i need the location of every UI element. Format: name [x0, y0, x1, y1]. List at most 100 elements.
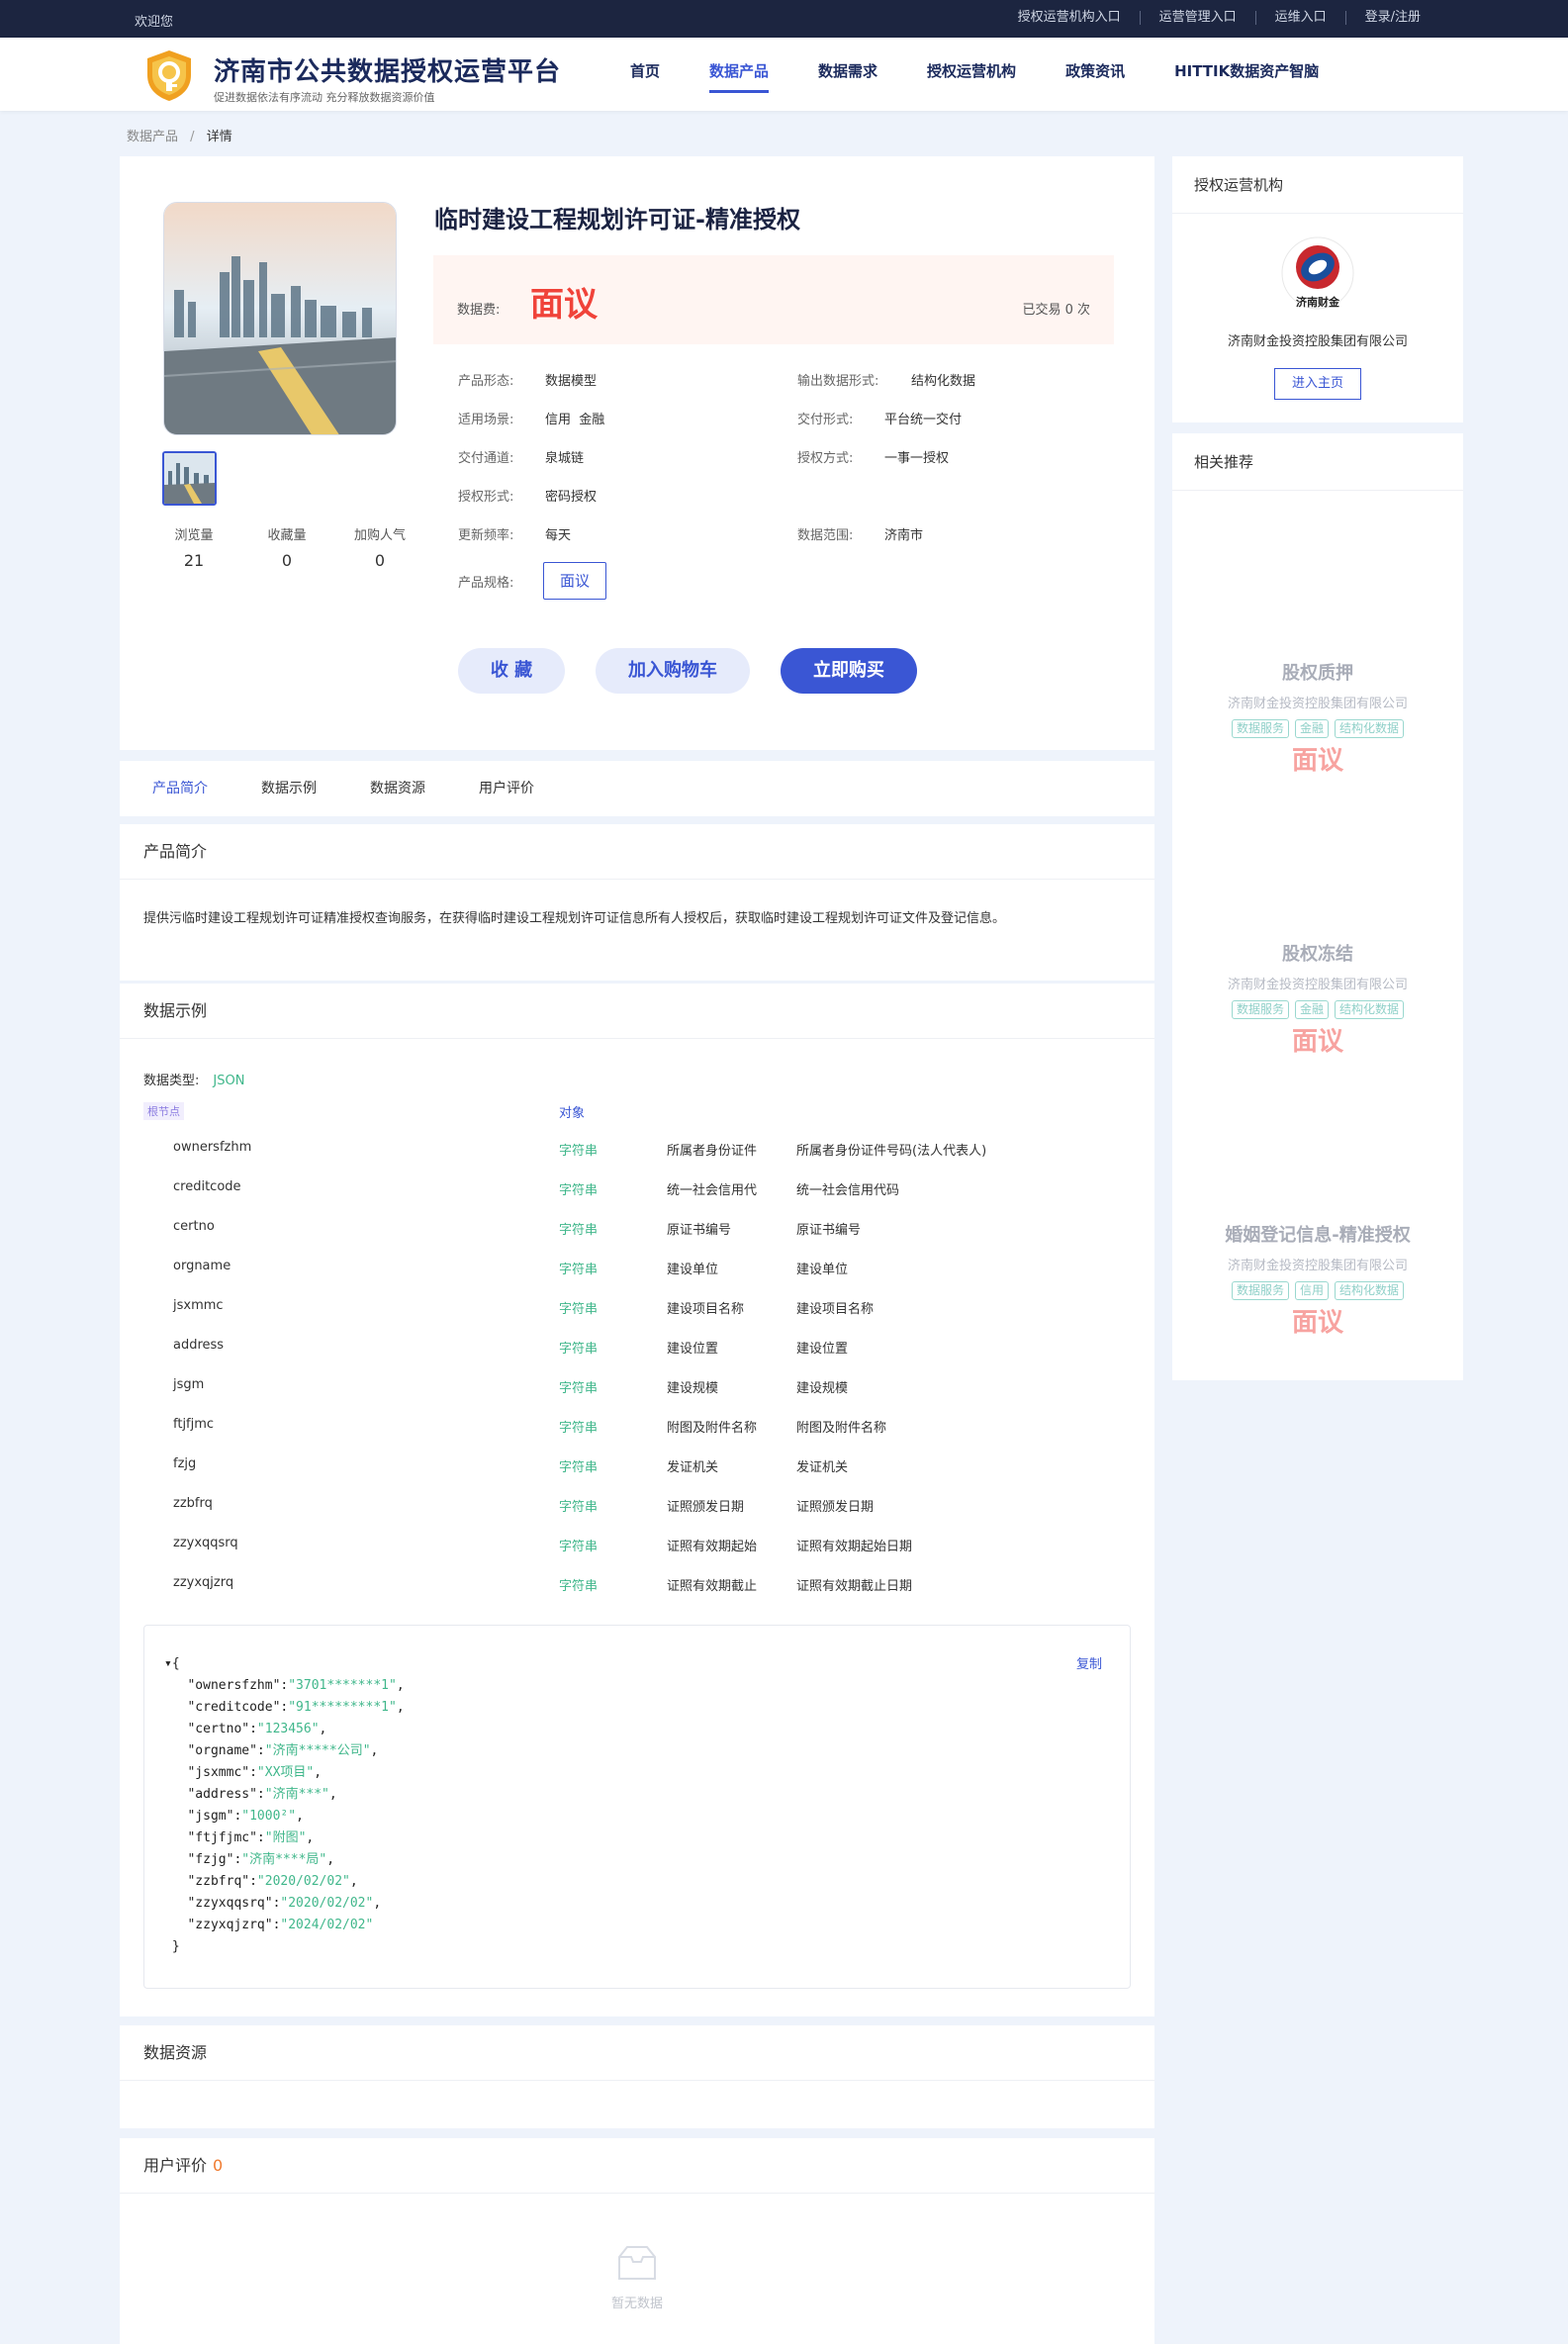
field-full-desc: 统一社会信用代码 [796, 1183, 900, 1198]
breadcrumb-current: 详情 [206, 130, 232, 144]
field-full-desc: 发证机关 [796, 1460, 849, 1475]
copy-button[interactable]: 复制 [1076, 1653, 1102, 1672]
section-heading: 数据资源 [120, 2025, 1154, 2081]
org-portal-link[interactable]: 授权运营机构入口 [999, 11, 1140, 25]
nav-operators[interactable]: 授权运营机构 [902, 38, 1041, 111]
tab-example[interactable]: 数据示例 [234, 761, 343, 816]
product-card: 浏览量 21 收藏量 0 加购人气 0 临时建设工程规划许可证-精准授权 数据费… [120, 156, 1154, 750]
nav-hittik[interactable]: HITTIK数据资产智脑 [1150, 38, 1343, 111]
stat-label: 浏览量 [174, 528, 214, 543]
recommend-tags: 数据服务 金融 结构化数据 [1172, 719, 1463, 738]
site-title[interactable]: 济南市公共数据授权运营平台 [214, 51, 561, 88]
tab-reviews[interactable]: 用户评价 [452, 761, 561, 816]
recommend-title: 股权冻结 [1282, 944, 1353, 965]
spec-option-button[interactable]: 面议 [543, 562, 606, 600]
json-key: "jsxmmc": [164, 1765, 257, 1780]
tab-intro[interactable]: 产品简介 [126, 761, 234, 816]
section-heading: 用户评价 0 [120, 2138, 1154, 2194]
field-name: zzyxqjzrq [173, 1575, 234, 1590]
json-line: "zzyxqqsrq":"2020/02/02", [164, 1896, 382, 1911]
recommend-heading: 相关推荐 [1172, 433, 1463, 491]
detail-tabs: 产品简介 数据示例 数据资源 用户评价 [120, 761, 1154, 816]
ops-admin-link[interactable]: 运营管理入口 [1139, 11, 1255, 25]
field-row: zzyxqjzrq 字符串 证照有效期截止 证照有效期截止日期 [120, 1565, 1154, 1605]
shield-logo-icon[interactable] [141, 47, 197, 103]
attr-frequency: 更新频率: 每天 [458, 528, 572, 543]
tag: 数据服务 [1231, 1000, 1289, 1019]
json-code-box: ▾{ "ownersfzhm":"3701*******1", "creditc… [143, 1625, 1131, 1989]
operator-home-button[interactable]: 进入主页 [1274, 368, 1361, 400]
favorite-button[interactable]: 收 藏 [458, 648, 565, 694]
stat-value: 0 [281, 551, 293, 570]
json-value: "济南****局" [241, 1852, 327, 1867]
nav-policy[interactable]: 政策资讯 [1041, 38, 1150, 111]
json-line: "ownersfzhm":"3701*******1", [164, 1678, 405, 1693]
stat-label: 加购人气 [353, 528, 406, 543]
attr-delivery: 交付形式: 平台统一交付 [797, 413, 963, 427]
field-row: fzjg 字符串 发证机关 发证机关 [120, 1447, 1154, 1486]
field-name: jsxmmc [173, 1298, 224, 1313]
json-line: "zzbfrq":"2020/02/02", [164, 1874, 358, 1889]
json-value: "2020/02/02" [256, 1874, 350, 1889]
maintenance-link[interactable]: 运维入口 [1254, 11, 1345, 25]
field-desc: 原证书编号 [667, 1223, 732, 1238]
json-line: "jsxmmc":"XX项目", [164, 1765, 323, 1780]
login-register-link[interactable]: 登录/注册 [1344, 11, 1439, 25]
field-name: ownersfzhm [173, 1140, 252, 1155]
field-type: 字符串 [559, 1342, 599, 1357]
buy-now-button[interactable]: 立即购买 [781, 648, 917, 694]
field-full-desc: 建设规模 [796, 1381, 849, 1396]
json-value: "济南*****公司" [264, 1743, 371, 1758]
field-type: 字符串 [559, 1460, 599, 1475]
field-name: zzbfrq [173, 1496, 213, 1511]
field-type: 字符串 [559, 1302, 599, 1317]
json-key: "creditcode": [164, 1700, 289, 1715]
recommend-org: 济南财金投资控股集团有限公司 [1227, 697, 1408, 711]
field-row: address 字符串 建设位置 建设位置 [120, 1328, 1154, 1367]
tag: 信用 [1294, 1281, 1329, 1300]
nav-data-demand[interactable]: 数据需求 [793, 38, 902, 111]
field-name: creditcode [173, 1179, 241, 1194]
json-value: "1000²" [241, 1809, 297, 1824]
attr-auth-method: 授权方式: 一事一授权 [797, 451, 950, 466]
site-subtitle: 促进数据依法有序流动 充分释放数据资源价值 [214, 91, 435, 104]
intro-text: 提供污临时建设工程规划许可证精准授权查询服务，在获得临时建设工程规划许可证信息所… [143, 911, 1006, 926]
json-value: "123456" [256, 1722, 320, 1736]
field-row: creditcode 字符串 统一社会信用代 统一社会信用代码 [120, 1170, 1154, 1209]
add-to-cart-button[interactable]: 加入购物车 [596, 648, 750, 694]
json-value: "3701*******1" [288, 1678, 397, 1693]
tag: 结构化数据 [1335, 1000, 1405, 1019]
recommend-card: 相关推荐 股权质押 济南财金投资控股集团有限公司 数据服务 金融 结构化数据 面… [1172, 433, 1463, 1380]
field-full-desc: 建设单位 [796, 1263, 849, 1277]
field-desc: 附图及附件名称 [667, 1421, 758, 1436]
field-type: 字符串 [559, 1381, 599, 1396]
field-row: zzyxqqsrq 字符串 证照有效期起始 证照有效期起始日期 [120, 1526, 1154, 1565]
nav-home[interactable]: 首页 [605, 38, 685, 111]
field-name: orgname [173, 1259, 231, 1273]
recommend-item[interactable]: 股权冻结 济南财金投资控股集团有限公司 数据服务 金融 结构化数据 面议 [1172, 940, 1463, 1058]
field-row: orgname 字符串 建设单位 建设单位 [120, 1249, 1154, 1288]
attr-channel: 交付通道: 泉城链 [458, 451, 585, 466]
json-line: "fzjg":"济南****局", [164, 1852, 335, 1867]
intro-section: 产品简介 提供污临时建设工程规划许可证精准授权查询服务，在获得临时建设工程规划许… [120, 824, 1154, 981]
field-row: zzbfrq 字符串 证照颁发日期 证照颁发日期 [120, 1486, 1154, 1526]
review-section: 用户评价 0 暂无数据 [120, 2138, 1154, 2344]
stat-favorites: 收藏量 0 [240, 524, 333, 570]
recommend-tags: 数据服务 金融 结构化数据 [1172, 1000, 1463, 1019]
empty-box-icon [618, 2246, 656, 2280]
field-desc: 建设规模 [667, 1381, 719, 1396]
tab-resource[interactable]: 数据资源 [343, 761, 452, 816]
field-name: jsgm [173, 1377, 205, 1392]
json-line: "creditcode":"91*********1", [164, 1700, 405, 1715]
nav-data-products[interactable]: 数据产品 [685, 38, 793, 111]
breadcrumb-parent[interactable]: 数据产品 [127, 130, 178, 144]
json-value: "2020/02/02" [280, 1896, 374, 1911]
recommend-item[interactable]: 股权质押 济南财金投资控股集团有限公司 数据服务 金融 结构化数据 面议 [1172, 659, 1463, 777]
product-thumbnail[interactable] [162, 451, 217, 506]
field-name: address [173, 1338, 225, 1353]
recommend-item[interactable]: 婚姻登记信息-精准授权 济南财金投资控股集团有限公司 数据服务 信用 结构化数据… [1172, 1221, 1463, 1339]
root-type: 对象 [559, 1106, 586, 1121]
operator-card: 授权运营机构 济南财金 济南财金投资控股集团有限公司 进入主页 [1172, 156, 1463, 422]
field-row: ownersfzhm 字符串 所属者身份证件 所属者身份证件号码(法人代表人) [120, 1130, 1154, 1170]
json-key: "fzjg": [164, 1852, 242, 1867]
